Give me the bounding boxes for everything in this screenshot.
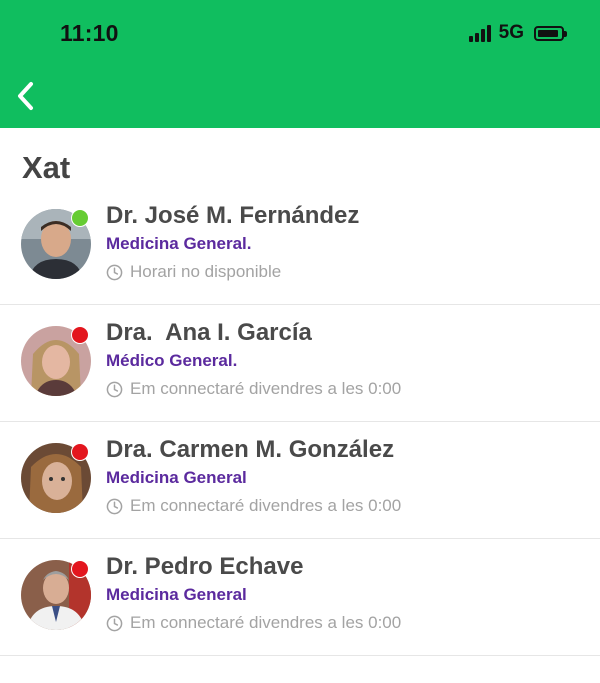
doctor-specialty: Medicina General bbox=[106, 468, 247, 487]
doctor-specialty: Medicina General. bbox=[106, 234, 252, 253]
doctor-specialty: Médico General. bbox=[106, 351, 238, 370]
page-title: Xat bbox=[22, 150, 71, 185]
status-bar-time: 11:10 bbox=[60, 20, 119, 46]
doctor-row[interactable]: Dra. Carmen M. González Medicina General… bbox=[0, 422, 600, 539]
doctor-specialty: Medicina General bbox=[106, 585, 247, 604]
back-button[interactable] bbox=[12, 78, 44, 114]
schedule-text: Horari no disponible bbox=[130, 262, 282, 281]
schedule-text: Em connectaré divendres a les 0:00 bbox=[130, 613, 402, 632]
network-type-label: 5G bbox=[498, 22, 524, 43]
doctor-list: Dr. José M. Fernández Medicina General. … bbox=[0, 188, 600, 656]
schedule-info: Horari no disponible bbox=[106, 262, 281, 282]
cellular-signal-icon bbox=[468, 24, 491, 42]
doctor-name: Dr. José M. Fernández bbox=[106, 202, 360, 229]
offline-status-dot bbox=[71, 560, 89, 578]
schedule-info: Em connectaré divendres a les 0:00 bbox=[106, 496, 401, 516]
schedule-info: Em connectaré divendres a les 0:00 bbox=[106, 379, 401, 399]
app-header: 11:10 5G bbox=[0, 0, 600, 128]
doctor-name: Dr. Pedro Echave bbox=[106, 553, 304, 580]
doctor-row[interactable]: Dr. Pedro Echave Medicina General Em con… bbox=[0, 539, 600, 656]
doctor-name: Dra. Ana I. García bbox=[106, 319, 312, 346]
clock-icon bbox=[106, 264, 123, 280]
schedule-text: Em connectaré divendres a les 0:00 bbox=[130, 379, 402, 398]
clock-icon bbox=[106, 498, 123, 514]
clock-icon bbox=[106, 381, 123, 397]
schedule-text: Em connectaré divendres a les 0:00 bbox=[130, 496, 402, 515]
doctor-row[interactable]: Dra. Ana I. García Médico General. Em co… bbox=[0, 305, 600, 422]
offline-status-dot bbox=[71, 443, 89, 461]
online-status-dot bbox=[71, 209, 89, 227]
schedule-info: Em connectaré divendres a les 0:00 bbox=[106, 613, 401, 633]
battery-icon bbox=[534, 25, 567, 41]
doctor-name: Dra. Carmen M. González bbox=[106, 436, 395, 463]
offline-status-dot bbox=[71, 326, 89, 344]
doctor-row[interactable]: Dr. José M. Fernández Medicina General. … bbox=[0, 188, 600, 305]
clock-icon bbox=[106, 615, 123, 631]
chevron-left-icon bbox=[18, 82, 33, 110]
status-bar-indicators: 5G bbox=[468, 22, 567, 44]
